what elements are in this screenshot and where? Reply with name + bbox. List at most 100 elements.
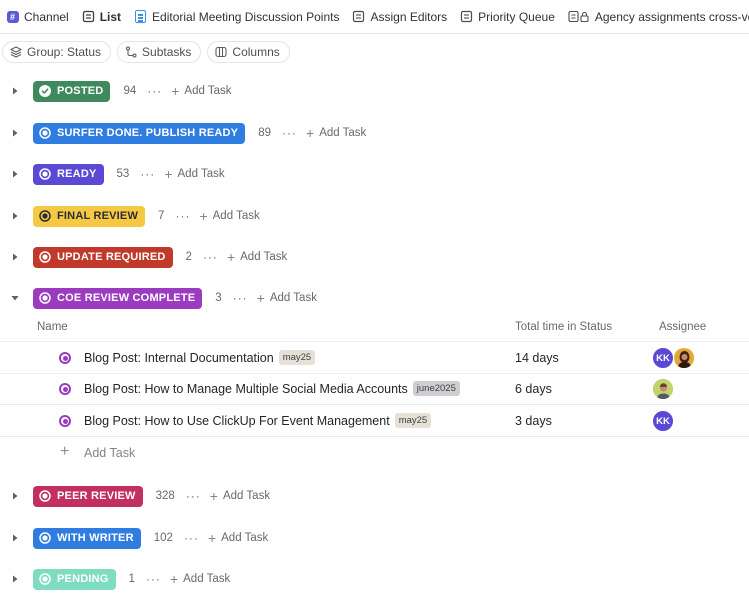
caret-right-icon[interactable] [11,492,19,500]
more-options-button[interactable]: ··· [175,209,190,223]
status-name: COE REVIEW COMPLETE [57,292,196,304]
tab-priority-queue[interactable]: Priority Queue [454,0,562,33]
caret-right-icon[interactable] [11,87,19,95]
status-pill[interactable]: POSTED [33,80,111,102]
add-task-button[interactable]: + Add Task [306,126,366,140]
column-header-assignee[interactable]: Assignee [659,321,706,333]
status-pill[interactable]: WITH WRITER [33,527,141,549]
add-task-button[interactable]: + Add Task [170,572,230,586]
table-row[interactable]: Blog Post: How to Use ClickUp For Event … [0,405,749,437]
plus-icon: + [169,571,179,587]
status-pill[interactable]: COE REVIEW COMPLETE [33,287,203,309]
view-toolbar: Group: Status Subtasks Columns [0,34,749,70]
status-pill[interactable]: PEER REVIEW [33,485,143,507]
status-circle-icon [39,292,51,304]
add-task-button[interactable]: + Add Task [210,489,270,503]
group-by-button[interactable]: Group: Status [2,41,112,63]
task-name[interactable]: Blog Post: Internal Documentation [84,351,274,365]
caret-right-icon[interactable] [11,253,19,261]
tab-label: Editorial Meeting Discussion Points [152,9,340,24]
add-task-label: Add Task [177,168,225,180]
status-circle-icon [39,573,51,585]
more-options-button[interactable]: ··· [186,489,201,503]
status-pill[interactable]: FINAL REVIEW [33,205,146,227]
tab-channel[interactable]: # Channel [0,0,76,33]
add-task-label: Add Task [183,573,231,585]
check-circle-icon [39,85,51,97]
add-task-button[interactable]: + Add Task [164,167,224,181]
status-pill[interactable]: READY [33,163,104,185]
layers-icon [10,46,22,58]
task-tag[interactable]: june2025 [412,381,460,396]
status-circle-icon[interactable] [59,415,71,427]
status-name: WITH WRITER [57,532,134,544]
status-pill[interactable]: SURFER DONE. PUBLISH READY [33,122,246,144]
status-group-coe-review-complete: COE REVIEW COMPLETE 3 ··· + Add Task [0,283,749,313]
columns-button[interactable]: Columns [207,41,290,63]
add-task-label: Add Task [221,532,269,544]
tab-list[interactable]: List [76,0,128,33]
avatar[interactable]: KK [652,410,674,432]
avatar[interactable] [673,347,695,369]
task-tag[interactable]: may25 [278,350,316,365]
avatar[interactable]: KK [652,347,674,369]
status-circle-icon[interactable] [59,383,71,395]
tab-label: List [99,9,122,24]
caret-right-icon[interactable] [11,212,19,220]
status-pill[interactable]: UPDATE REQUIRED [33,246,173,268]
table-row[interactable]: Blog Post: How to Manage Multiple Social… [0,373,749,405]
status-name: UPDATE REQUIRED [57,251,166,263]
columns-label: Columns [232,45,280,59]
add-task-button[interactable]: + Add Task [257,291,317,305]
caret-right-icon[interactable] [11,534,19,542]
task-name[interactable]: Blog Post: How to Use ClickUp For Event … [84,414,390,428]
more-options-button[interactable]: ··· [282,126,297,140]
status-group-peer-review: PEER REVIEW 328 ··· + Add Task [0,481,749,511]
tab-label: Assign Editors [370,9,448,24]
subtasks-icon [125,46,137,58]
add-task-label: Add Task [222,490,271,502]
task-count: 1 [128,573,135,585]
add-task-label: Add Task [319,127,367,139]
more-options-button[interactable]: ··· [140,167,155,181]
tab-agency-assignments[interactable]: Agency assignments cross-ve [562,0,749,33]
more-options-button[interactable]: ··· [184,531,199,545]
caret-down-icon[interactable] [11,294,19,302]
task-name-cell: Blog Post: Internal Documentation may25 [84,350,316,365]
task-name[interactable]: Blog Post: How to Manage Multiple Social… [84,382,408,396]
add-task-label: Add Task [240,251,288,263]
plus-icon: + [207,530,217,546]
add-task-button[interactable]: + Add Task [227,250,287,264]
tab-assign-editors[interactable]: Assign Editors [346,0,454,33]
status-circle-icon[interactable] [59,352,71,364]
more-options-button[interactable]: ··· [147,84,162,98]
add-task-button[interactable]: + Add Task [171,84,231,98]
status-circle-icon [39,490,51,502]
status-name: POSTED [57,85,104,97]
table-row[interactable]: Blog Post: Internal Documentation may25 … [0,342,749,374]
task-tag[interactable]: may25 [394,413,432,428]
more-options-button[interactable]: ··· [233,291,248,305]
status-group-ready: READY 53 ··· + Add Task [0,159,749,189]
more-options-button[interactable]: ··· [146,572,161,586]
status-pill[interactable]: PENDING [33,568,116,590]
caret-right-icon[interactable] [11,575,19,583]
status-circle-icon [39,210,51,222]
status-group-final-review: FINAL REVIEW 7 ··· + Add Task [0,201,749,231]
add-task-button[interactable]: + Add Task [208,531,268,545]
column-header-name[interactable]: Name [37,321,68,333]
task-count: 89 [258,127,272,139]
more-options-button[interactable]: ··· [203,250,218,264]
tab-label: Priority Queue [478,9,555,24]
task-count: 7 [158,210,165,222]
add-task-button[interactable]: + Add Task [199,209,259,223]
tab-editorial-meeting[interactable]: Editorial Meeting Discussion Points [128,0,346,33]
avatar[interactable] [652,378,674,400]
plus-icon: + [164,166,173,182]
caret-right-icon[interactable] [11,170,19,178]
add-task-row[interactable]: + Add Task [0,437,749,469]
caret-right-icon[interactable] [11,129,19,137]
column-header-time-in-status[interactable]: Total time in Status [515,321,612,333]
subtasks-button[interactable]: Subtasks [117,41,202,63]
time-in-status: 6 days [515,382,552,396]
